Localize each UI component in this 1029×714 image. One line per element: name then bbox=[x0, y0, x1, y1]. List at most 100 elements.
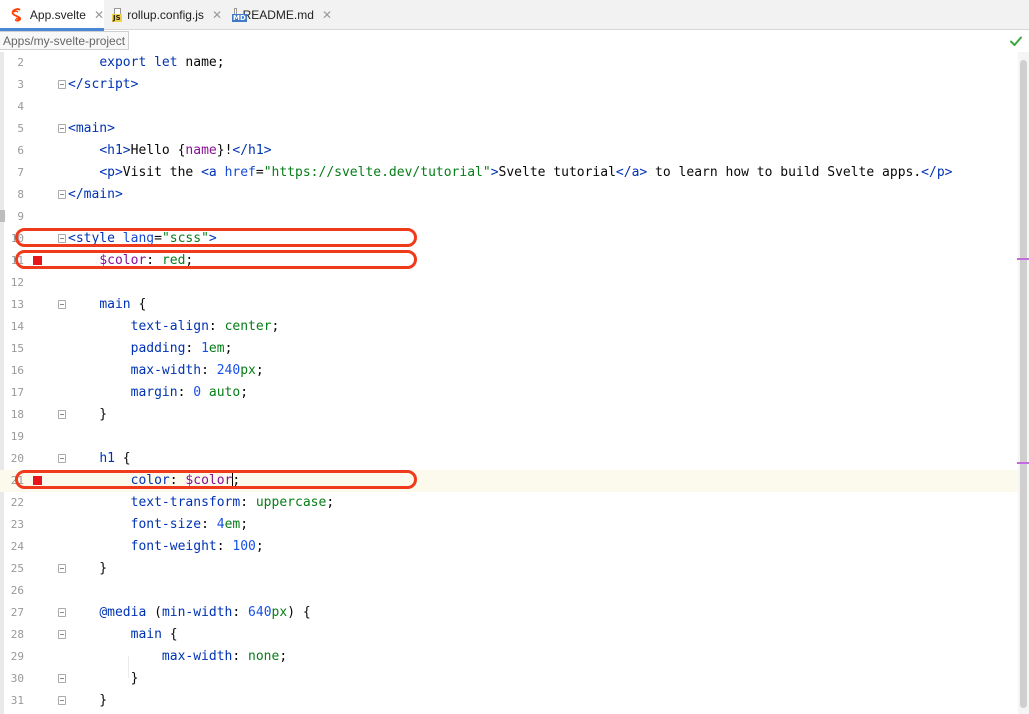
code-line[interactable]: 28 main { bbox=[0, 624, 1018, 646]
tab-app-svelte[interactable]: App.svelte ✕ bbox=[0, 0, 104, 31]
code-line[interactable]: 14 text-align: center; bbox=[0, 316, 1018, 338]
code-line[interactable]: 8 </main> bbox=[0, 184, 1018, 206]
code-text: main { bbox=[68, 624, 178, 646]
code-text: max-width: 240px; bbox=[68, 360, 264, 382]
code-line[interactable]: 15 padding: 1em; bbox=[0, 338, 1018, 360]
line-number[interactable]: 5 bbox=[0, 118, 24, 140]
code-token: text-align bbox=[130, 319, 209, 334]
line-number[interactable]: 3 bbox=[0, 74, 24, 96]
line-number[interactable]: 23 bbox=[0, 514, 24, 536]
code-line[interactable]: 19 bbox=[0, 426, 1018, 448]
code-line[interactable]: 22 text-transform: uppercase; bbox=[0, 492, 1018, 514]
code-line[interactable]: 18 } bbox=[0, 404, 1018, 426]
code-token: : bbox=[232, 649, 249, 664]
code-token: a bbox=[208, 165, 217, 180]
code-line[interactable]: 17 margin: 0 auto; bbox=[0, 382, 1018, 404]
code-editor[interactable]: 2 export let name; 3 </script> 4 5 <main> 6 <h… bbox=[0, 52, 1029, 714]
error-stripe-mark[interactable] bbox=[1017, 258, 1029, 260]
fold-icon[interactable] bbox=[58, 124, 66, 133]
line-number[interactable]: 2 bbox=[0, 52, 24, 74]
code-line[interactable]: 30 } bbox=[0, 668, 1018, 690]
line-number[interactable]: 13 bbox=[0, 294, 24, 316]
fold-icon[interactable] bbox=[58, 696, 66, 705]
fold-icon[interactable] bbox=[58, 410, 66, 419]
line-number[interactable]: 12 bbox=[0, 272, 24, 294]
code-line[interactable]: 12 bbox=[0, 272, 1018, 294]
fold-icon[interactable] bbox=[58, 608, 66, 617]
code-token: main bbox=[75, 121, 108, 136]
line-number[interactable]: 7 bbox=[0, 162, 24, 184]
line-number[interactable]: 19 bbox=[0, 426, 24, 448]
line-number[interactable]: 8 bbox=[0, 184, 24, 206]
line-number[interactable]: 16 bbox=[0, 360, 24, 382]
line-number[interactable]: 29 bbox=[0, 646, 24, 668]
line-number[interactable]: 26 bbox=[0, 580, 24, 602]
tab-rollup-config-js[interactable]: JS rollup.config.js ✕ bbox=[112, 0, 222, 30]
fold-icon[interactable] bbox=[58, 300, 66, 309]
code-token: = bbox=[255, 165, 264, 180]
code-line[interactable]: 6 <h1>Hello {name}!</h1> bbox=[0, 140, 1018, 162]
code-token: ( bbox=[146, 605, 162, 620]
fold-icon[interactable] bbox=[58, 190, 66, 199]
code-token: ; bbox=[255, 539, 264, 554]
code-token: auto bbox=[208, 385, 241, 400]
code-line[interactable]: 9 bbox=[0, 206, 1018, 228]
line-number[interactable]: 4 bbox=[0, 96, 24, 118]
close-icon[interactable]: ✕ bbox=[94, 8, 104, 22]
code-line[interactable]: 7 <p>Visit the <a href="https://svelte.d… bbox=[0, 162, 1018, 184]
code-line[interactable]: 23 font-size: 4em; bbox=[0, 514, 1018, 536]
line-number[interactable]: 6 bbox=[0, 140, 24, 162]
svelte-icon bbox=[11, 8, 22, 22]
code-line[interactable]: 5 <main> bbox=[0, 118, 1018, 140]
line-number[interactable]: 18 bbox=[0, 404, 24, 426]
line-number[interactable]: 28 bbox=[0, 624, 24, 646]
fold-icon[interactable] bbox=[58, 564, 66, 573]
vertical-scrollbar[interactable] bbox=[1017, 52, 1029, 714]
line-number[interactable]: 20 bbox=[0, 448, 24, 470]
code-token: : bbox=[177, 385, 194, 400]
line-number[interactable]: 14 bbox=[0, 316, 24, 338]
fold-icon[interactable] bbox=[58, 630, 66, 639]
close-icon[interactable]: ✕ bbox=[322, 8, 332, 22]
line-number[interactable]: 30 bbox=[0, 668, 24, 690]
code-line[interactable]: 2 export let name; bbox=[0, 52, 1018, 74]
code-token: > bbox=[490, 165, 499, 180]
code-line[interactable]: 4 bbox=[0, 96, 1018, 118]
scroll-thumb[interactable] bbox=[1020, 60, 1027, 708]
tab-label: rollup.config.js bbox=[127, 8, 204, 22]
line-number[interactable]: 25 bbox=[0, 558, 24, 580]
line-number[interactable]: 27 bbox=[0, 602, 24, 624]
code-line[interactable]: 13 main { bbox=[0, 294, 1018, 316]
line-number[interactable]: 9 bbox=[0, 206, 24, 228]
code-line[interactable]: 27 @media (min-width: 640px) { bbox=[0, 602, 1018, 624]
code-line[interactable]: 16 max-width: 240px; bbox=[0, 360, 1018, 382]
line-number[interactable]: 15 bbox=[0, 338, 24, 360]
code-token: : bbox=[216, 539, 233, 554]
line-number[interactable]: 22 bbox=[0, 492, 24, 514]
fold-icon[interactable] bbox=[58, 674, 66, 683]
code-line[interactable]: 20 h1 { bbox=[0, 448, 1018, 470]
code-line[interactable]: 24 font-weight: 100; bbox=[0, 536, 1018, 558]
close-icon[interactable]: ✕ bbox=[212, 8, 222, 22]
error-stripe-mark[interactable] bbox=[1017, 462, 1029, 464]
code-line[interactable]: 25 } bbox=[0, 558, 1018, 580]
code-line[interactable]: 26 bbox=[0, 580, 1018, 602]
code-line[interactable]: 3 </script> bbox=[0, 74, 1018, 96]
line-number[interactable]: 17 bbox=[0, 382, 24, 404]
code-token: main bbox=[130, 627, 162, 642]
fold-icon[interactable] bbox=[58, 454, 66, 463]
code-line[interactable]: 29 max-width: none; bbox=[0, 646, 1018, 668]
line-number[interactable]: 31 bbox=[0, 690, 24, 712]
code-token: text-transform bbox=[130, 495, 241, 510]
code-line[interactable]: 31 } bbox=[0, 690, 1018, 712]
code-token: < bbox=[68, 121, 76, 136]
breadcrumb[interactable]: Apps/my-svelte-project bbox=[0, 31, 130, 50]
code-token: Visit the bbox=[122, 165, 202, 180]
tab-readme-md[interactable]: MD README.md ✕ bbox=[232, 0, 332, 30]
fold-icon[interactable] bbox=[58, 80, 66, 89]
line-number[interactable]: 24 bbox=[0, 536, 24, 558]
